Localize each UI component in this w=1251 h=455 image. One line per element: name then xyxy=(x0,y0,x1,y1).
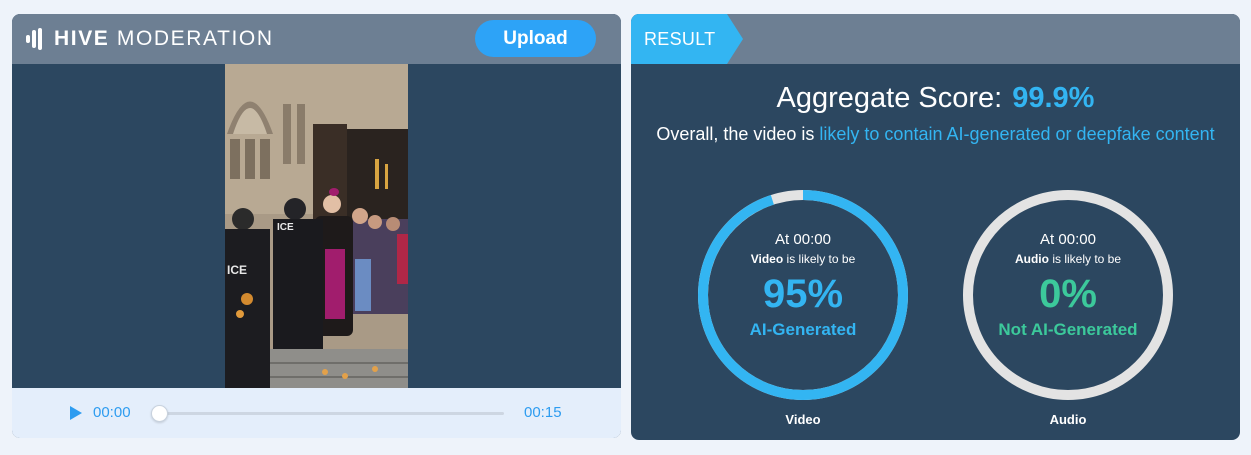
play-icon[interactable] xyxy=(70,406,82,420)
hive-waveform-icon xyxy=(26,28,46,50)
brand-name: HIVE MODERATION xyxy=(54,27,274,50)
video-gauge-verdict: AI-Generated xyxy=(749,320,857,339)
svg-text:ICE: ICE xyxy=(227,263,247,277)
audio-gauge-time: At 00:00 xyxy=(1040,231,1096,248)
player-controls: 00:00 00:15 xyxy=(12,388,621,438)
audio-gauge: At 00:00 Audio is likely to be 0% Not AI… xyxy=(961,188,1175,402)
overall-highlight: likely to contain AI-generated or deepfa… xyxy=(819,124,1215,144)
hive-logo: HIVE MODERATION xyxy=(26,27,274,51)
result-tab-label: RESULT xyxy=(644,29,716,49)
audio-gauge-likely: Audio is likely to be xyxy=(1014,252,1122,266)
audio-gauge-verdict: Not AI-Generated xyxy=(998,320,1138,339)
svg-text:ICE: ICE xyxy=(277,222,294,233)
video-gauge-likely: Video is likely to be xyxy=(750,252,856,266)
video-panel: HIVE MODERATION Upload ICE ICE 00:00 00:… xyxy=(12,14,621,438)
current-time: 00:00 xyxy=(93,404,131,421)
seek-handle[interactable] xyxy=(151,405,168,422)
upload-button[interactable]: Upload xyxy=(475,20,596,57)
audio-gauge-percent: 0% xyxy=(1039,272,1097,316)
aggregate-score: Aggregate Score: 99.9% xyxy=(631,82,1240,114)
result-panel-header: RESULT xyxy=(631,14,1240,64)
video-gauge-percent: 95% xyxy=(762,272,844,316)
video-frame-image[interactable]: ICE ICE xyxy=(225,64,408,388)
overall-summary: Overall, the video is likely to contain … xyxy=(651,121,1220,147)
result-tab[interactable]: RESULT xyxy=(631,14,743,64)
result-panel: RESULT Aggregate Score: 99.9% Overall, th… xyxy=(631,14,1240,440)
aggregate-score-value: 99.9% xyxy=(1012,82,1095,114)
overall-prefix: Overall, the video is xyxy=(656,124,815,144)
video-player[interactable]: ICE ICE xyxy=(12,64,621,388)
duration: 00:15 xyxy=(524,404,562,421)
video-panel-header: HIVE MODERATION Upload xyxy=(12,14,621,64)
video-gauge: At 00:00 Video is likely to be 95% AI-Ge… xyxy=(696,188,910,402)
aggregate-score-label: Aggregate Score: xyxy=(776,82,1003,114)
video-gauge-caption: Video xyxy=(785,412,821,427)
seek-bar[interactable] xyxy=(157,412,504,415)
audio-gauge-caption: Audio xyxy=(1049,412,1087,427)
video-gauge-time: At 00:00 xyxy=(775,231,831,248)
